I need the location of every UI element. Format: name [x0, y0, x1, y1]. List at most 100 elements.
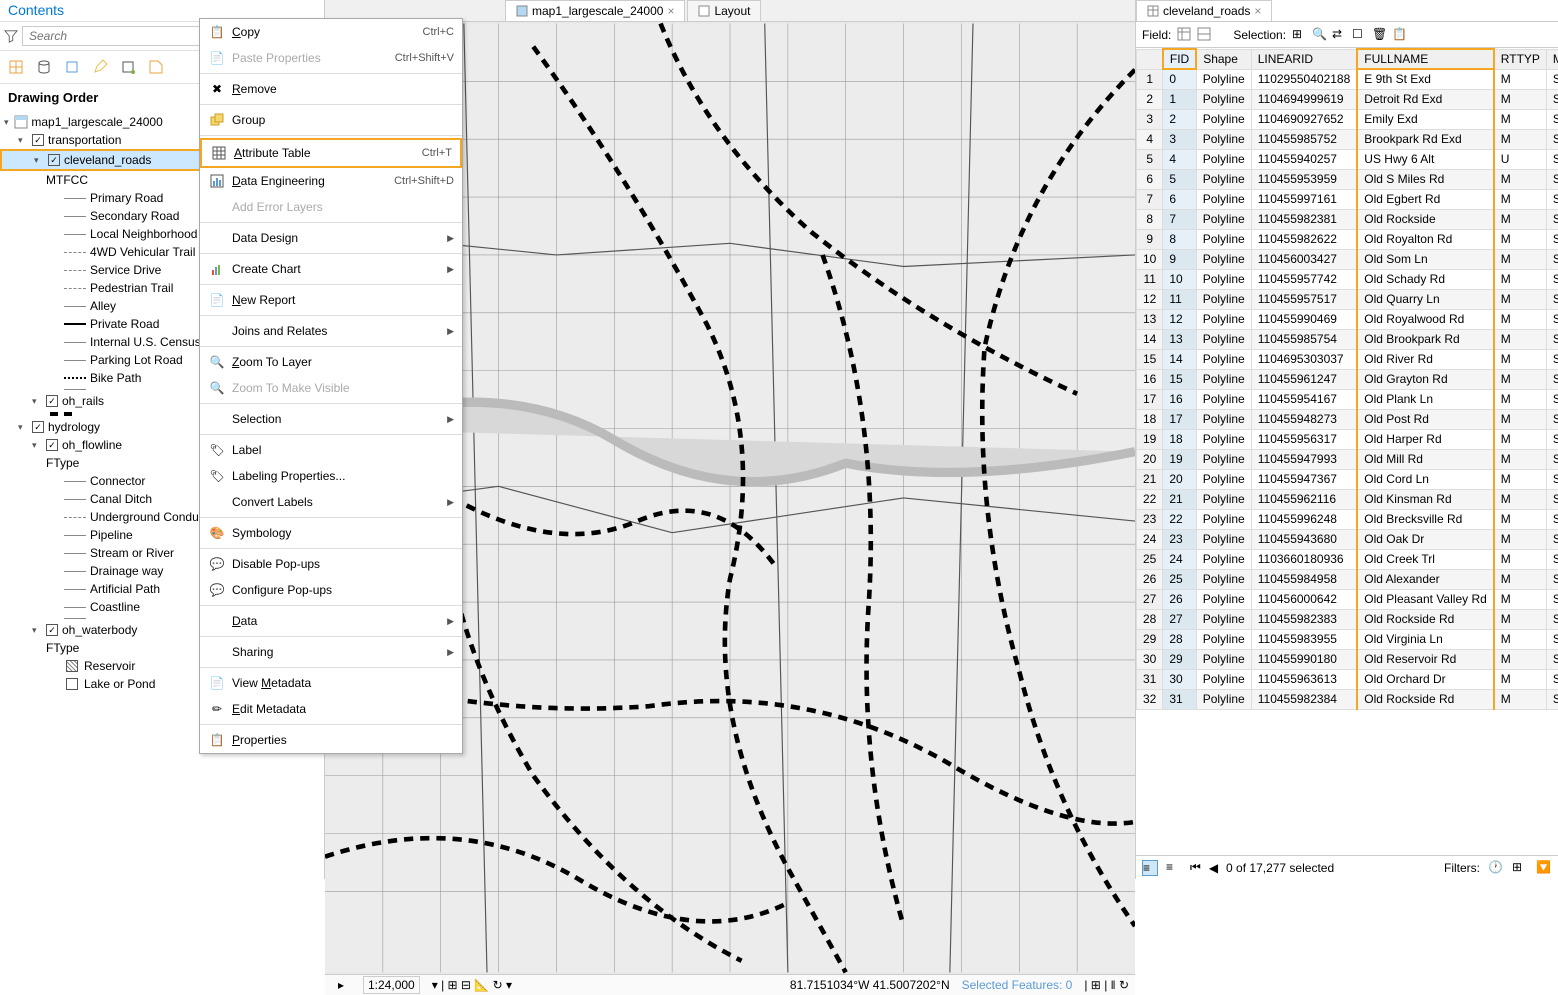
cell-linearid[interactable]: 1104690927652	[1251, 109, 1357, 129]
cell-fid[interactable]: 21	[1163, 489, 1196, 509]
cell-fullname[interactable]: Old Mill Rd	[1357, 449, 1494, 469]
cell-shape[interactable]: Polyline	[1196, 249, 1251, 269]
cell-shape[interactable]: Polyline	[1196, 409, 1251, 429]
cell-rttyp[interactable]: M	[1494, 89, 1547, 109]
cell-mtfcc[interactable]: S1400	[1546, 309, 1558, 329]
cell-shape[interactable]: Polyline	[1196, 489, 1251, 509]
cell-rttyp[interactable]: M	[1494, 389, 1547, 409]
cell-mtfcc[interactable]: S1400	[1546, 689, 1558, 709]
cell-shape[interactable]: Polyline	[1196, 529, 1251, 549]
checkbox[interactable]	[48, 154, 60, 166]
cell-fid[interactable]: 4	[1163, 149, 1196, 169]
table-row[interactable]: 3130Polyline110455963613Old Orchard DrMS…	[1137, 669, 1558, 689]
cell-fullname[interactable]: Old Plank Ln	[1357, 389, 1494, 409]
cell-rttyp[interactable]: M	[1494, 569, 1547, 589]
cell-linearid[interactable]: 11029550402188	[1251, 69, 1357, 89]
cell-fid[interactable]: 27	[1163, 609, 1196, 629]
cell-fullname[interactable]: Old Virginia Ln	[1357, 629, 1494, 649]
table-row[interactable]: 2524Polyline1103660180936Old Creek TrlMS…	[1137, 549, 1558, 569]
row-header[interactable]: 10	[1137, 249, 1163, 269]
table-row[interactable]: 2827Polyline110455982383Old Rockside RdM…	[1137, 609, 1558, 629]
menu-view-metadata[interactable]: 📄View Metadata	[200, 670, 462, 696]
cell-mtfcc[interactable]: S1200	[1546, 149, 1558, 169]
checkbox[interactable]	[32, 421, 44, 433]
cell-linearid[interactable]: 110455985754	[1251, 329, 1357, 349]
cell-fid[interactable]: 29	[1163, 649, 1196, 669]
cell-rttyp[interactable]: M	[1494, 329, 1547, 349]
column-header[interactable]: LINEARID	[1251, 49, 1357, 69]
menu-symbology[interactable]: 🎨Symbology	[200, 520, 462, 546]
cell-shape[interactable]: Polyline	[1196, 169, 1251, 189]
row-header[interactable]: 6	[1137, 169, 1163, 189]
cell-fullname[interactable]: Brookpark Rd Exd	[1357, 129, 1494, 149]
list-by-source-icon[interactable]	[34, 57, 54, 77]
table-row[interactable]: 109Polyline110456003427Old Som LnMS1400	[1137, 249, 1558, 269]
cell-linearid[interactable]: 110455997161	[1251, 189, 1357, 209]
row-header[interactable]: 17	[1137, 389, 1163, 409]
row-header[interactable]: 4	[1137, 129, 1163, 149]
cell-fullname[interactable]: Old Royalton Rd	[1357, 229, 1494, 249]
calculate-field-icon[interactable]	[1197, 27, 1213, 43]
row-header[interactable]: 25	[1137, 549, 1163, 569]
cell-linearid[interactable]: 110456003427	[1251, 249, 1357, 269]
close-icon[interactable]: ×	[667, 4, 674, 18]
tab-layout[interactable]: Layout	[687, 0, 761, 21]
cell-mtfcc[interactable]: S1400	[1546, 569, 1558, 589]
row-header[interactable]: 24	[1137, 529, 1163, 549]
cell-rttyp[interactable]: M	[1494, 669, 1547, 689]
cell-rttyp[interactable]: M	[1494, 589, 1547, 609]
row-header[interactable]: 12	[1137, 289, 1163, 309]
cell-fullname[interactable]: Old Harper Rd	[1357, 429, 1494, 449]
cell-rttyp[interactable]: M	[1494, 129, 1547, 149]
cell-linearid[interactable]: 1103660180936	[1251, 549, 1357, 569]
table-row[interactable]: 1211Polyline110455957517Old Quarry LnMS1…	[1137, 289, 1558, 309]
row-header[interactable]: 27	[1137, 589, 1163, 609]
cell-shape[interactable]: Polyline	[1196, 609, 1251, 629]
clear-selection-icon[interactable]: ☐	[1352, 27, 1368, 43]
cell-shape[interactable]: Polyline	[1196, 309, 1251, 329]
menu-group[interactable]: Group	[200, 107, 462, 133]
cell-shape[interactable]: Polyline	[1196, 349, 1251, 369]
table-row[interactable]: 1817Polyline110455948273Old Post RdMS140…	[1137, 409, 1558, 429]
filter-icon[interactable]	[4, 29, 18, 43]
cell-fullname[interactable]: Old Kinsman Rd	[1357, 489, 1494, 509]
cell-mtfcc[interactable]: S1400	[1546, 449, 1558, 469]
menu-labeling-properties[interactable]: 🏷Labeling Properties...	[200, 463, 462, 489]
cell-fullname[interactable]: Emily Exd	[1357, 109, 1494, 129]
row-header[interactable]: 20	[1137, 449, 1163, 469]
cell-shape[interactable]: Polyline	[1196, 589, 1251, 609]
cell-rttyp[interactable]: M	[1494, 69, 1547, 89]
table-row[interactable]: 21Polyline1104694999619Detroit Rd ExdMS1…	[1137, 89, 1558, 109]
cell-fullname[interactable]: Old Cord Ln	[1357, 469, 1494, 489]
cell-linearid[interactable]: 110455943680	[1251, 529, 1357, 549]
cell-linearid[interactable]: 110455957742	[1251, 269, 1357, 289]
cell-shape[interactable]: Polyline	[1196, 329, 1251, 349]
show-all-icon[interactable]: ≡	[1142, 860, 1158, 876]
close-icon[interactable]: ×	[1254, 4, 1261, 18]
zoom-to-icon[interactable]: 🔍	[1312, 27, 1328, 43]
cell-linearid[interactable]: 110455985752	[1251, 129, 1357, 149]
cell-mtfcc[interactable]: S1400	[1546, 289, 1558, 309]
table-row[interactable]: 2423Polyline110455943680Old Oak DrMS1400	[1137, 529, 1558, 549]
cell-mtfcc[interactable]: S1400	[1546, 429, 1558, 449]
table-row[interactable]: 2221Polyline110455962116Old Kinsman RdMS…	[1137, 489, 1558, 509]
cell-linearid[interactable]: 110455996248	[1251, 509, 1357, 529]
row-header[interactable]: 3	[1137, 109, 1163, 129]
menu-convert-labels[interactable]: Convert Labels▶	[200, 489, 462, 515]
table-row[interactable]: 2019Polyline110455947993Old Mill RdMS140…	[1137, 449, 1558, 469]
table-row[interactable]: 76Polyline110455997161Old Egbert RdMS140…	[1137, 189, 1558, 209]
cell-mtfcc[interactable]: S1400	[1546, 209, 1558, 229]
cell-rttyp[interactable]: M	[1494, 109, 1547, 129]
nav-prev-icon[interactable]: ◀	[1209, 861, 1218, 875]
cell-shape[interactable]: Polyline	[1196, 229, 1251, 249]
cell-shape[interactable]: Polyline	[1196, 469, 1251, 489]
checkbox[interactable]	[46, 624, 58, 636]
select-by-attr-icon[interactable]: ⊞	[1292, 27, 1308, 43]
table-row[interactable]: 1413Polyline110455985754Old Brookpark Rd…	[1137, 329, 1558, 349]
cell-linearid[interactable]: 110455954167	[1251, 389, 1357, 409]
menu-disable-popups[interactable]: 💬Disable Pop-ups	[200, 551, 462, 577]
row-header[interactable]: 30	[1137, 649, 1163, 669]
cell-mtfcc[interactable]: S1400	[1546, 529, 1558, 549]
menu-attribute-table[interactable]: Attribute TableCtrl+T	[200, 138, 462, 168]
menu-create-chart[interactable]: Create Chart▶	[200, 256, 462, 282]
